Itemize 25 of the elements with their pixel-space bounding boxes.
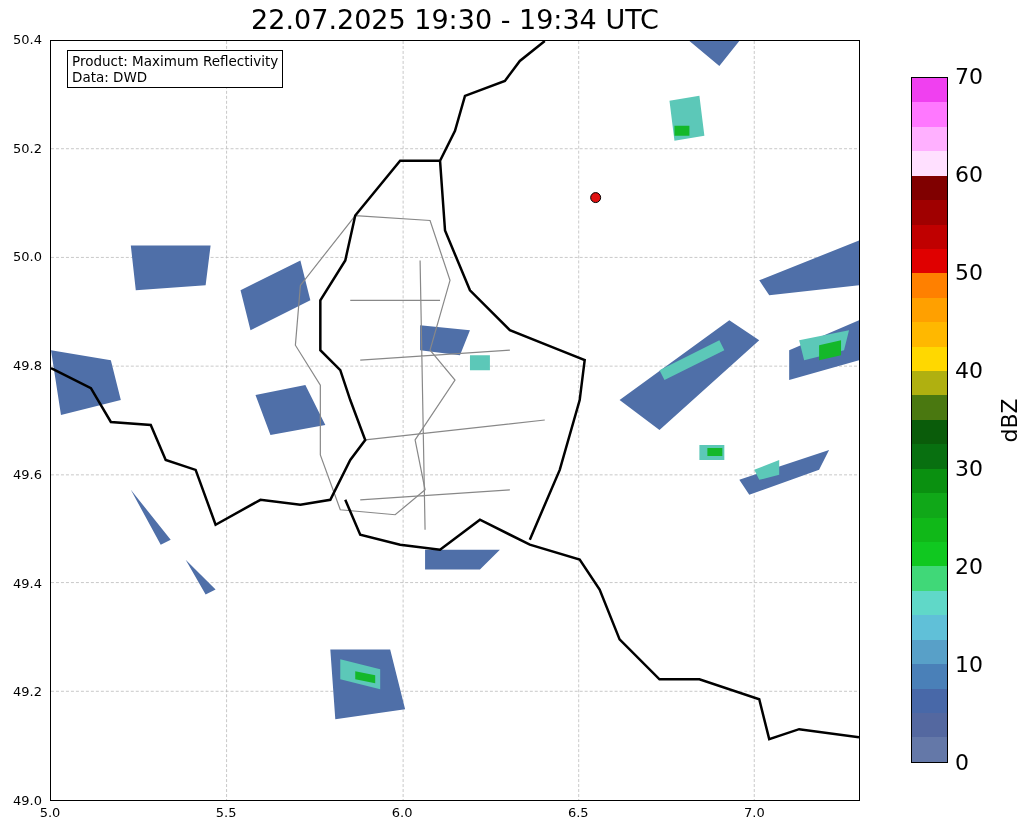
- axis-tick-label: 50.4: [13, 32, 42, 48]
- chart-title: 22.07.2025 19:30 - 19:34 UTC: [251, 4, 659, 36]
- axis-tick-label: 49.4: [13, 575, 42, 592]
- axis-tick-label: 6.0: [391, 805, 413, 821]
- colorbar-tick-label: 20: [955, 554, 983, 580]
- colorbar-label: dBZ: [996, 397, 1022, 443]
- colorbar-tick-label: 10: [955, 652, 983, 678]
- colorbar-tick-label: 0: [955, 750, 969, 776]
- axis-tick-label: 5.0: [39, 805, 61, 821]
- axis-tick-label: 50.0: [13, 249, 42, 266]
- legend-text: Product: Maximum Reflectivity: [72, 53, 279, 69]
- axis-tick-label: 50.2: [13, 140, 42, 157]
- axis-tick-label: 49.6: [13, 466, 42, 483]
- colorbar-tick-label: 30: [955, 456, 983, 482]
- axis-tick-label: 49.2: [13, 684, 42, 701]
- axis-tick-label: 6.5: [567, 805, 589, 821]
- axis-tick-label: 7.0: [744, 805, 765, 821]
- colorbar-tick-label: 70: [955, 64, 983, 90]
- colorbar-tick-label: 60: [955, 162, 983, 188]
- axis-tick-label: 5.5: [215, 805, 237, 821]
- axis-tick-label: 49.8: [13, 358, 42, 375]
- legend-text: Data: DWD: [72, 69, 149, 85]
- axis-tick-label: 49.0: [13, 793, 42, 808]
- colorbar-tick-label: 50: [955, 260, 983, 286]
- colorbar-tick-label: 40: [955, 358, 983, 384]
